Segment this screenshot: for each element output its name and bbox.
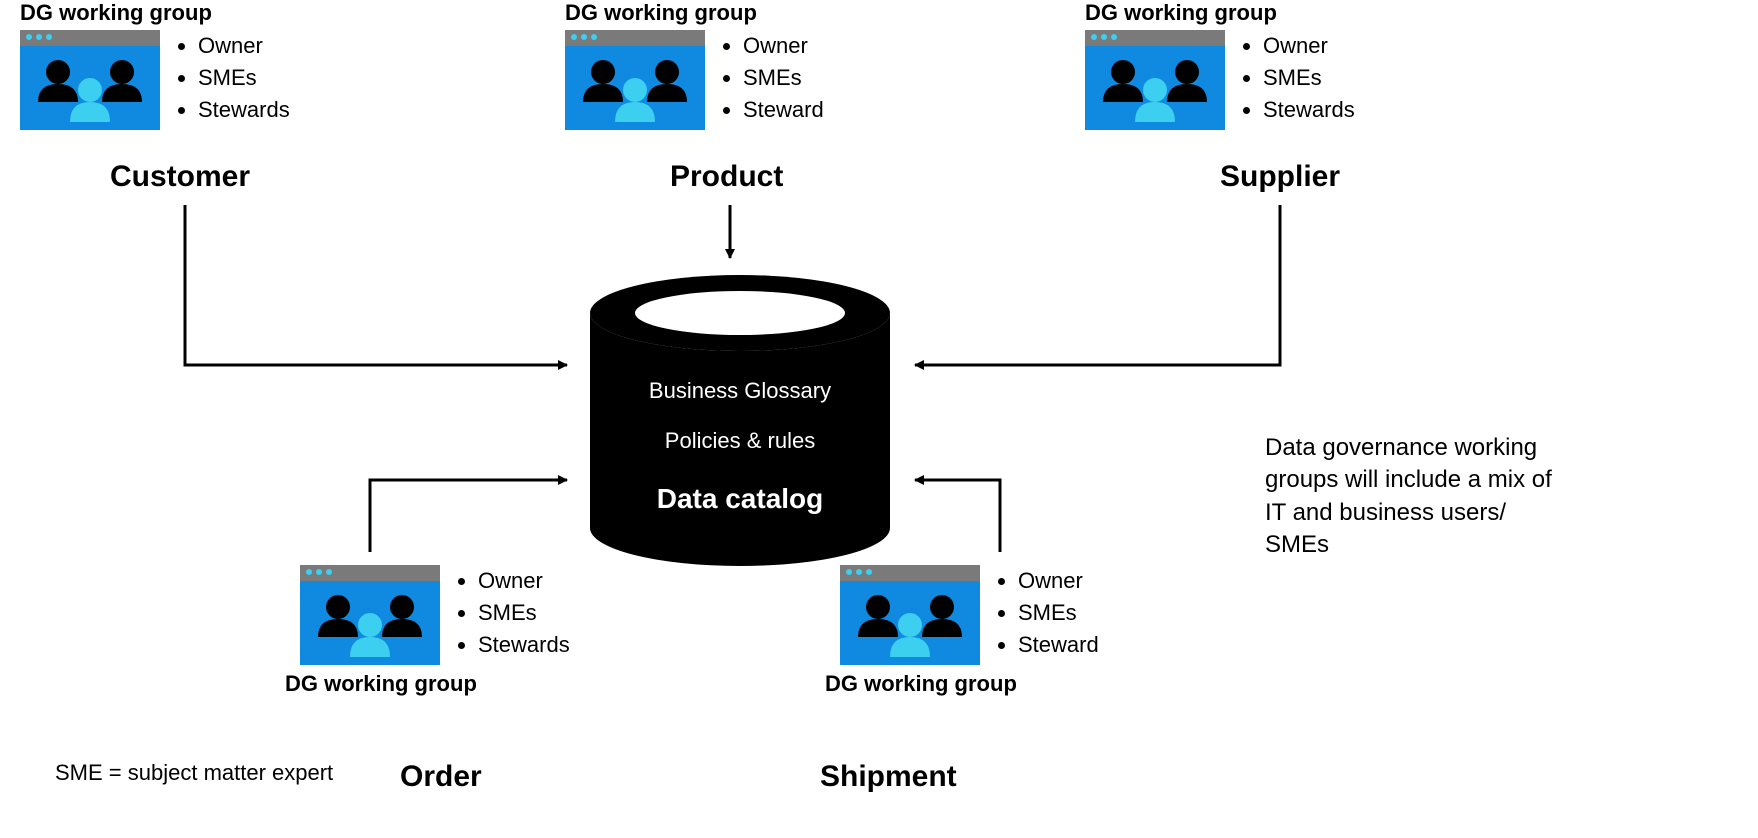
team-icon	[840, 565, 980, 665]
role-item: Stewards	[198, 94, 290, 126]
working-group-supplier: DG working group Owner SMEs Stewards	[1085, 0, 1355, 130]
role-item: SMEs	[743, 62, 824, 94]
team-icon	[1085, 30, 1225, 130]
role-item: SMEs	[478, 597, 570, 629]
working-group-product: DG working group Owner SMEs Steward	[565, 0, 824, 130]
role-item: Owner	[743, 30, 824, 62]
team-icon	[20, 30, 160, 130]
role-item: Stewards	[478, 629, 570, 661]
role-item: Stewards	[1263, 94, 1355, 126]
working-group-title: DG working group	[20, 0, 290, 26]
role-item: SMEs	[198, 62, 290, 94]
roles-list: Owner SMEs Steward	[723, 30, 824, 126]
working-group-customer: DG working group Owner SMEs Stewards	[20, 0, 290, 130]
arrow-shipment	[915, 480, 1000, 552]
working-group-title: DG working group	[825, 671, 1099, 697]
role-item: Owner	[478, 565, 570, 597]
role-item: SMEs	[1263, 62, 1355, 94]
roles-list: Owner SMEs Steward	[998, 565, 1099, 661]
domain-label-customer: Customer	[110, 160, 250, 194]
role-item: Owner	[1263, 30, 1355, 62]
working-group-order: Owner SMEs Stewards DG working group	[300, 565, 570, 701]
cylinder-text-policies: Policies & rules	[585, 428, 895, 454]
cylinder-text-glossary: Business Glossary	[585, 378, 895, 404]
roles-list: Owner SMEs Stewards	[1243, 30, 1355, 126]
role-item: SMEs	[1018, 597, 1099, 629]
domain-label-supplier: Supplier	[1220, 160, 1340, 194]
footnote-sme: SME = subject matter expert	[55, 760, 333, 786]
side-note: Data governance working groups will incl…	[1265, 432, 1565, 562]
domain-label-shipment: Shipment	[820, 760, 957, 794]
working-group-title: DG working group	[1085, 0, 1355, 26]
role-item: Owner	[198, 30, 290, 62]
working-group-title: DG working group	[285, 671, 570, 697]
roles-list: Owner SMEs Stewards	[178, 30, 290, 126]
domain-label-product: Product	[670, 160, 783, 194]
arrow-customer	[185, 205, 567, 365]
team-icon	[565, 30, 705, 130]
cylinder-text-catalog: Data catalog	[585, 483, 895, 515]
data-catalog-cylinder: Business Glossary Policies & rules Data …	[585, 273, 895, 568]
working-group-title: DG working group	[565, 0, 824, 26]
arrow-order	[370, 480, 567, 552]
arrow-supplier	[915, 205, 1280, 365]
role-item: Steward	[743, 94, 824, 126]
roles-list: Owner SMEs Stewards	[458, 565, 570, 661]
team-icon	[300, 565, 440, 665]
role-item: Steward	[1018, 629, 1099, 661]
working-group-shipment: Owner SMEs Steward DG working group	[840, 565, 1099, 701]
role-item: Owner	[1018, 565, 1099, 597]
domain-label-order: Order	[400, 760, 482, 794]
